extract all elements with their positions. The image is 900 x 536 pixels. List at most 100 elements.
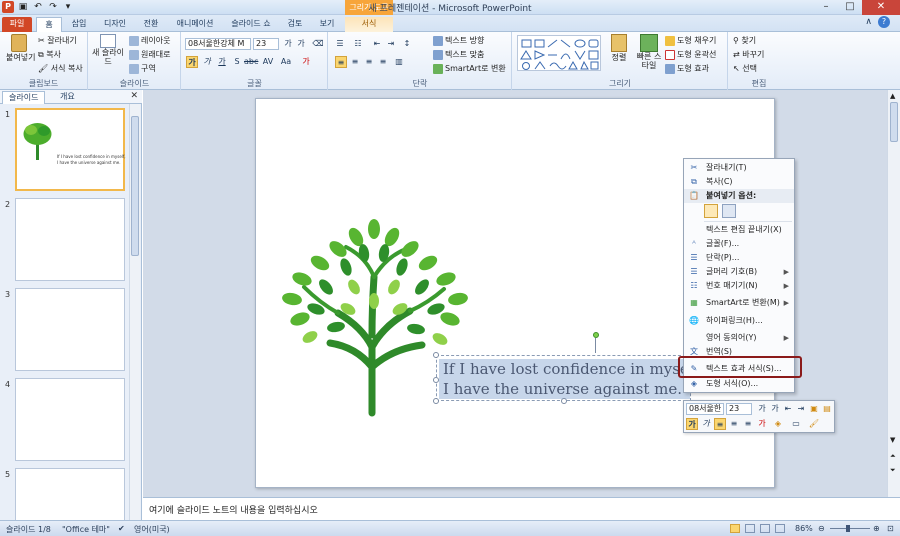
notes-pane[interactable]: 여기에 슬라이드 노트의 내용을 입력하십시오 bbox=[143, 497, 900, 520]
pane-close-icon[interactable]: ✕ bbox=[130, 91, 138, 101]
line-spacing-icon[interactable]: ↕ bbox=[401, 38, 413, 50]
menu-font[interactable]: ᴬ 글꼴(F)... bbox=[684, 237, 794, 251]
align-right-icon[interactable]: ≡ bbox=[363, 56, 375, 68]
menu-paragraph[interactable]: ☰ 단락(P)... bbox=[684, 251, 794, 265]
reset-button[interactable]: 원래대로 bbox=[129, 49, 170, 60]
resize-handle[interactable] bbox=[433, 377, 439, 383]
previous-slide-icon[interactable]: ⏶ bbox=[890, 452, 896, 461]
tab-home[interactable]: 홈 bbox=[36, 17, 62, 32]
mini-fill-icon[interactable]: ◈ bbox=[772, 418, 784, 430]
tab-outline-pane[interactable]: 개요 bbox=[54, 91, 81, 104]
tab-transitions[interactable]: 전환 bbox=[138, 17, 164, 32]
arrange-button[interactable]: 정렬 bbox=[605, 34, 633, 63]
mini-increase-indent-icon[interactable]: ⇥ bbox=[795, 403, 807, 415]
selected-text-box[interactable]: If I have lost confidence in myself, I h… bbox=[436, 355, 691, 401]
smartart-button[interactable]: SmartArt로 변환 bbox=[433, 63, 506, 74]
italic-icon[interactable]: 가 bbox=[201, 56, 213, 68]
tab-format[interactable]: 서식 bbox=[345, 17, 393, 32]
resize-handle[interactable] bbox=[561, 398, 567, 404]
mini-shrink-font-icon[interactable]: 가 bbox=[769, 403, 781, 415]
align-left-icon[interactable]: ≡ bbox=[335, 56, 347, 68]
zoom-in-icon[interactable]: ⊕ bbox=[873, 524, 880, 533]
select-button[interactable]: ↖ 선택 bbox=[733, 63, 757, 74]
menu-synonyms[interactable]: 영어 동의어(Y) ▶ bbox=[684, 331, 794, 345]
find-button[interactable]: ⚲ 찾기 bbox=[733, 35, 756, 46]
sorter-view-icon[interactable] bbox=[745, 524, 755, 533]
text-direction-button[interactable]: 텍스트 방향 bbox=[433, 35, 484, 46]
change-case-icon[interactable]: Aa bbox=[280, 56, 292, 68]
tab-animations[interactable]: 애니메이션 bbox=[170, 17, 220, 32]
zoom-slider-thumb[interactable] bbox=[846, 525, 850, 532]
slide-text-line1[interactable]: If I have lost confidence in myself, bbox=[443, 360, 690, 378]
font-name-combo[interactable]: 08서울한강체 M bbox=[185, 38, 251, 50]
mini-decrease-indent-icon[interactable]: ⇤ bbox=[782, 403, 794, 415]
quick-styles-button[interactable]: 빠른 스타일 bbox=[635, 34, 663, 70]
justify-icon[interactable]: ≡ bbox=[377, 56, 389, 68]
spacing-icon[interactable]: AV bbox=[262, 56, 274, 68]
menu-smartart[interactable]: ▦ SmartArt로 변환(M) ▶ bbox=[684, 296, 794, 310]
mini-align-right-icon[interactable]: ≡ bbox=[742, 418, 754, 430]
menu-exit-text-edit[interactable]: 텍스트 편집 끝내기(X) bbox=[684, 223, 794, 237]
help-icon[interactable]: ? bbox=[878, 16, 890, 28]
menu-format-shape[interactable]: ◈ 도형 서식(O)... bbox=[684, 377, 794, 391]
mini-format-icon[interactable]: ▣ bbox=[808, 403, 820, 415]
vertical-scrollbar[interactable]: ▲ ▼ ⏶ ⏷ bbox=[887, 90, 900, 497]
menu-copy[interactable]: ⧉ 복사(C) bbox=[684, 175, 794, 189]
shadow-icon[interactable]: S bbox=[231, 56, 243, 68]
shapes-gallery[interactable] bbox=[517, 35, 601, 71]
slideshow-view-icon[interactable] bbox=[775, 524, 785, 533]
scroll-thumb[interactable] bbox=[131, 116, 139, 256]
font-color-icon[interactable]: 가 bbox=[300, 56, 312, 68]
align-center-icon[interactable]: ≡ bbox=[349, 56, 361, 68]
replace-button[interactable]: ⇄ 바꾸기 bbox=[733, 49, 764, 60]
clear-format-icon[interactable]: ⌫ bbox=[312, 38, 324, 50]
tab-slideshow[interactable]: 슬라이드 쇼 bbox=[226, 17, 276, 32]
notes-placeholder[interactable]: 여기에 슬라이드 노트의 내용을 입력하십시오 bbox=[149, 503, 318, 516]
align-text-button[interactable]: 텍스트 맞춤 bbox=[433, 49, 484, 60]
tab-review[interactable]: 검토 bbox=[282, 17, 308, 32]
minimize-ribbon-icon[interactable]: ∧ bbox=[865, 17, 872, 27]
shrink-font-icon[interactable]: 가 bbox=[295, 38, 307, 50]
shape-outline-button[interactable]: 도형 윤곽선 bbox=[665, 49, 716, 60]
paste-keep-formatting-icon[interactable] bbox=[704, 204, 718, 218]
slides-pane-scrollbar[interactable] bbox=[129, 104, 140, 520]
scroll-thumb[interactable] bbox=[890, 102, 898, 142]
rotate-handle[interactable] bbox=[593, 332, 599, 338]
mini-font-name-combo[interactable]: 08서울한 bbox=[686, 403, 724, 415]
menu-bullets[interactable]: ☰ 글머리 기호(B) ▶ bbox=[684, 265, 794, 279]
mini-align-left-icon[interactable]: ≡ bbox=[714, 418, 726, 430]
copy-button[interactable]: ⧉ 복사 bbox=[38, 49, 61, 60]
resize-handle[interactable] bbox=[433, 352, 439, 358]
spell-check-icon[interactable]: ✔ bbox=[118, 524, 125, 533]
grow-font-icon[interactable]: 가 bbox=[282, 38, 294, 50]
mini-align-center-icon[interactable]: ≡ bbox=[728, 418, 740, 430]
mini-grow-font-icon[interactable]: 가 bbox=[756, 403, 768, 415]
tab-view[interactable]: 보기 bbox=[314, 17, 340, 32]
mini-font-color-icon[interactable]: 가 bbox=[756, 418, 768, 430]
menu-cut[interactable]: ✂ 잘라내기(T) bbox=[684, 161, 794, 175]
new-slide-button[interactable]: 새 슬라이드 bbox=[91, 34, 125, 66]
tab-slides-pane[interactable]: 슬라이드 bbox=[2, 91, 46, 104]
mini-italic-icon[interactable]: 가 bbox=[700, 418, 712, 430]
slide-thumbnail-5[interactable] bbox=[15, 468, 125, 520]
scroll-up-icon[interactable]: ▲ bbox=[890, 92, 895, 100]
next-slide-icon[interactable]: ⏷ bbox=[890, 466, 896, 475]
mini-font-size-combo[interactable]: 23 bbox=[726, 403, 752, 415]
scroll-down-icon[interactable]: ▼ bbox=[890, 436, 895, 444]
numbering-icon[interactable]: ☷ bbox=[352, 38, 364, 50]
theme-name[interactable]: "Office 테마" bbox=[62, 524, 110, 535]
decrease-indent-icon[interactable]: ⇤ bbox=[371, 38, 383, 50]
resize-handle[interactable] bbox=[433, 398, 439, 404]
paste-button[interactable]: 붙여넣기 bbox=[6, 34, 35, 68]
layout-button[interactable]: 레이아웃 bbox=[129, 35, 170, 46]
reading-view-icon[interactable] bbox=[760, 524, 770, 533]
mini-bold-icon[interactable]: 가 bbox=[686, 418, 698, 430]
menu-numbering[interactable]: ☷ 번호 매기기(N) ▶ bbox=[684, 279, 794, 293]
minimize-button[interactable]: – bbox=[814, 0, 838, 15]
tab-insert[interactable]: 삽입 bbox=[66, 17, 92, 32]
shape-effects-button[interactable]: 도형 효과 bbox=[665, 63, 709, 74]
strikethrough-icon[interactable]: abc bbox=[244, 56, 258, 68]
language[interactable]: 영어(미국) bbox=[134, 524, 170, 535]
format-painter-button[interactable]: 🖌 서식 복사 bbox=[38, 63, 83, 74]
slide-thumbnail-1[interactable]: If I have lost confidence in myself, I h… bbox=[15, 108, 126, 191]
